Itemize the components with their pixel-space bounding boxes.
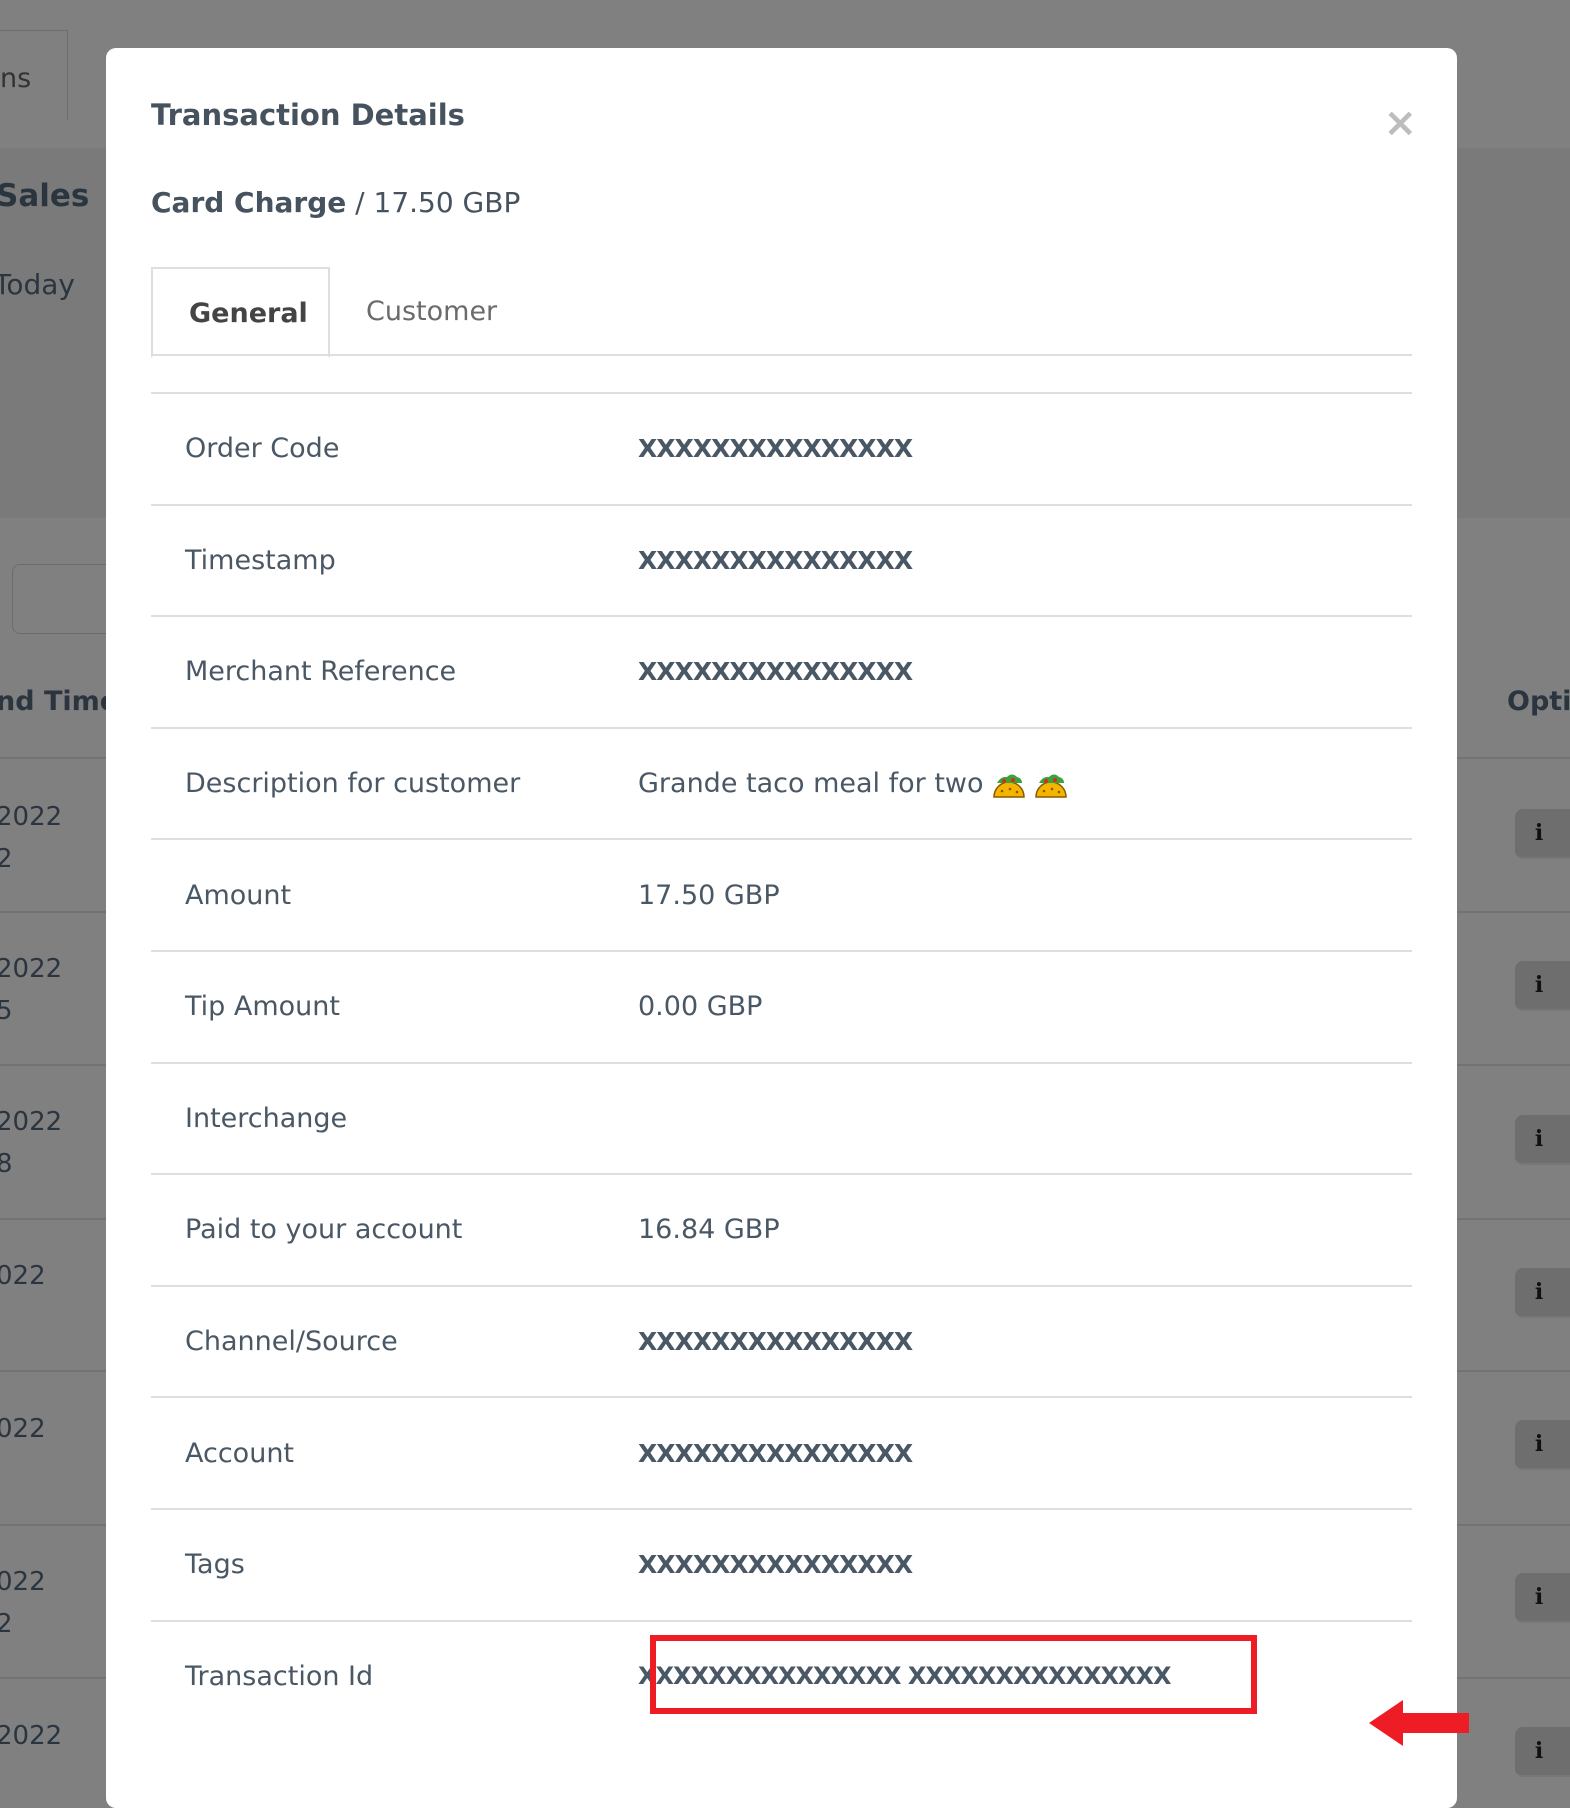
detail-label: Tags (185, 1549, 245, 1581)
arrow-left-icon (1369, 1700, 1469, 1746)
detail-row: Order Code XXXXXXXXXXXXXXX (151, 392, 1412, 504)
info-button[interactable]: i (1515, 1420, 1570, 1470)
detail-value-text: XXXXXXXXXXXXXXX (638, 434, 913, 464)
detail-value-text: 0.00 GBP (638, 991, 763, 1023)
detail-label: Amount (185, 879, 292, 911)
detail-value: 17.50 GBP (638, 880, 780, 911)
detail-label: Description for customer (185, 768, 521, 800)
detail-value: 16.84 GBP (638, 1214, 780, 1245)
detail-label: Timestamp (185, 544, 336, 576)
detail-value: XXXXXXXXXXXXXXX (638, 1550, 913, 1580)
detail-row: Tags XXXXXXXXXXXXXXX (151, 1507, 1412, 1620)
detail-row: Merchant Reference XXXXXXXXXXXXXXX (151, 615, 1412, 727)
background-date-cell: 022 (0, 1261, 46, 1291)
modal-tabs: General Customer (151, 267, 1412, 358)
detail-value-text: XXXXXXXXXXXXXXX (638, 1438, 913, 1468)
detail-label: Account (185, 1437, 295, 1469)
info-button[interactable]: i (1515, 1115, 1570, 1165)
detail-value-text: XXXXXXXXXXXXXXX (638, 545, 913, 575)
detail-value: XXXXXXXXXXXXXXX (638, 657, 913, 687)
detail-label: Channel/Source (185, 1326, 398, 1358)
detail-value: XXXXXXXXXXXXXXX (638, 1327, 913, 1357)
detail-value-text: Grande taco meal for two (638, 768, 984, 800)
background-date-time-header: nd Time (0, 686, 119, 717)
detail-row: Description for customer Grande taco meal… (151, 726, 1412, 839)
background-tab[interactable]: ns (0, 30, 68, 120)
detail-row: Channel/Source XXXXXXXXXXXXXXX (151, 1284, 1412, 1397)
close-x-icon[interactable]: × (1383, 100, 1417, 146)
background-date-cell: 2022 (0, 1721, 63, 1751)
info-button[interactable]: i (1515, 809, 1570, 859)
detail-label: Order Code (185, 433, 340, 465)
detail-value-text: XXXXXXXXXXXXXXX (638, 1550, 913, 1580)
detail-value: XXXXXXXXXXXXXXX (638, 434, 913, 464)
detail-value: Grande taco meal for two (638, 768, 1068, 799)
detail-value-text: 17.50 GBP (638, 879, 780, 911)
detail-label: Interchange (185, 1102, 348, 1134)
background-date-cell: 022 (0, 1414, 46, 1444)
detail-value: 0.00 GBP (638, 991, 762, 1022)
info-button[interactable]: i (1515, 1268, 1570, 1318)
taco-icon (992, 774, 1025, 798)
detail-value-text: XXXXXXXXXXXXXXX (638, 1327, 913, 1357)
detail-value: XXXXXXXXXXXXXXX (638, 1438, 913, 1468)
background-today-label: Today (0, 268, 75, 301)
detail-row: Paid to your account 16.84 GBP (151, 1173, 1412, 1285)
detail-value-text: 16.84 GBP (638, 1214, 780, 1246)
highlight-box (650, 1635, 1257, 1714)
background-date-cell: 2022 2 (0, 802, 63, 874)
modal-title: Transaction Details (151, 98, 465, 132)
background-date-cell: 022 2 (0, 1567, 46, 1639)
detail-label: Paid to your account (185, 1214, 463, 1246)
detail-row: Tip Amount 0.00 GBP (151, 949, 1412, 1062)
detail-row: Amount 17.50 GBP (151, 838, 1412, 950)
transaction-subtitle: Card Charge / 17.50 GBP (151, 186, 521, 219)
info-button[interactable]: i (1515, 1727, 1570, 1777)
detail-row: Timestamp XXXXXXXXXXXXXXX (151, 503, 1412, 616)
background-options-header: Opti (1507, 686, 1570, 717)
detail-row: Account XXXXXXXXXXXXXXX (151, 1396, 1412, 1508)
detail-row: Interchange (151, 1061, 1412, 1174)
transaction-details-modal: Transaction Details × Card Charge / 17.5… (106, 48, 1469, 1808)
background-date-cell: 2022 8 (0, 1107, 63, 1179)
taco-icon (1034, 774, 1067, 798)
info-button[interactable]: i (1515, 1573, 1570, 1623)
detail-value: XXXXXXXXXXXXXXX (638, 545, 913, 575)
tab-general[interactable]: General (151, 267, 330, 358)
detail-label: Tip Amount (185, 991, 340, 1023)
background-sales-heading: Sales (0, 178, 90, 214)
details-list: Order Code XXXXXXXXXXXXXXX Timestamp XXXXXX… (151, 392, 1412, 1731)
detail-value-text: XXXXXXXXXXXXXXX (638, 657, 913, 687)
tab-customer[interactable]: Customer (330, 267, 533, 356)
background-date-cell: 2022 5 (0, 954, 63, 1026)
detail-label: Merchant Reference (185, 656, 457, 688)
detail-label: Transaction Id (185, 1660, 374, 1692)
info-button[interactable]: i (1515, 961, 1570, 1011)
